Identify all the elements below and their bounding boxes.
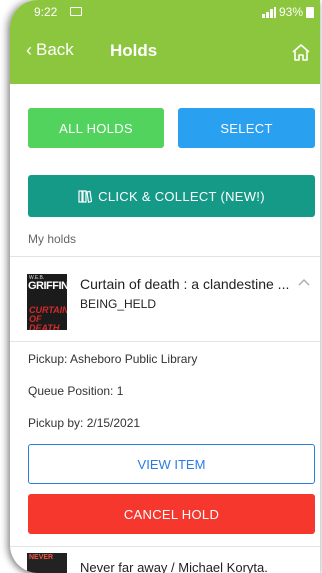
nav-bar: ‹ Back Holds	[10, 40, 320, 66]
view-item-button[interactable]: VIEW ITEM	[28, 444, 315, 484]
books-icon	[78, 190, 93, 203]
divider	[10, 256, 320, 257]
book-cover[interactable]: W.E.B. GRIFFIN CURTAIN OF DEATH	[27, 274, 67, 330]
battery-level: 93%	[278, 5, 303, 19]
click-collect-label: CLICK & COLLECT (NEW!)	[98, 188, 265, 204]
status-time: 9:22	[34, 5, 58, 19]
app-bar: 9:22 93% ‹ Back Holds	[10, 0, 320, 84]
divider	[10, 341, 320, 342]
cover-author: GRIFFIN	[28, 280, 67, 292]
chevron-up-icon[interactable]	[298, 278, 310, 286]
page-title: Holds	[110, 41, 158, 60]
phone-screen: 9:22 93% ‹ Back Holds ALL HOLDS SELECT C…	[10, 0, 320, 573]
cancel-hold-button[interactable]: CANCEL HOLD	[28, 494, 315, 534]
section-title: My holds	[28, 232, 77, 246]
back-button[interactable]: ‹ Back	[26, 40, 74, 60]
queue-position: Queue Position: 1	[28, 384, 124, 398]
divider	[10, 546, 320, 547]
status-indicators: 93%	[254, 5, 314, 19]
pickup-location: Pickup: Asheboro Public Library	[28, 352, 198, 366]
hold-title[interactable]: Curtain of death : a clandestine ...	[80, 276, 295, 292]
home-icon[interactable]	[290, 42, 312, 62]
all-holds-button[interactable]: ALL HOLDS	[28, 108, 164, 148]
select-button[interactable]: SELECT	[178, 108, 315, 148]
hold-status: BEING_HELD	[80, 297, 157, 311]
status-bar: 9:22 93%	[34, 4, 314, 22]
hold-title[interactable]: Never far away / Michael Koryta.	[80, 560, 310, 573]
cover-title: CURTAIN OF DEATH	[29, 306, 67, 331]
image-notification-icon	[70, 7, 82, 16]
signal-icon	[254, 6, 276, 18]
pickup-by: Pickup by: 2/15/2021	[28, 416, 141, 430]
click-collect-button[interactable]: CLICK & COLLECT (NEW!)	[28, 175, 315, 217]
book-cover[interactable]: NEVER	[27, 553, 67, 573]
back-label: Back	[36, 40, 74, 59]
battery-icon	[306, 6, 314, 18]
chevron-left-icon: ‹	[26, 40, 32, 60]
cover-text: NEVER	[29, 554, 54, 561]
cover-title-line: OF DEATH	[29, 314, 60, 331]
